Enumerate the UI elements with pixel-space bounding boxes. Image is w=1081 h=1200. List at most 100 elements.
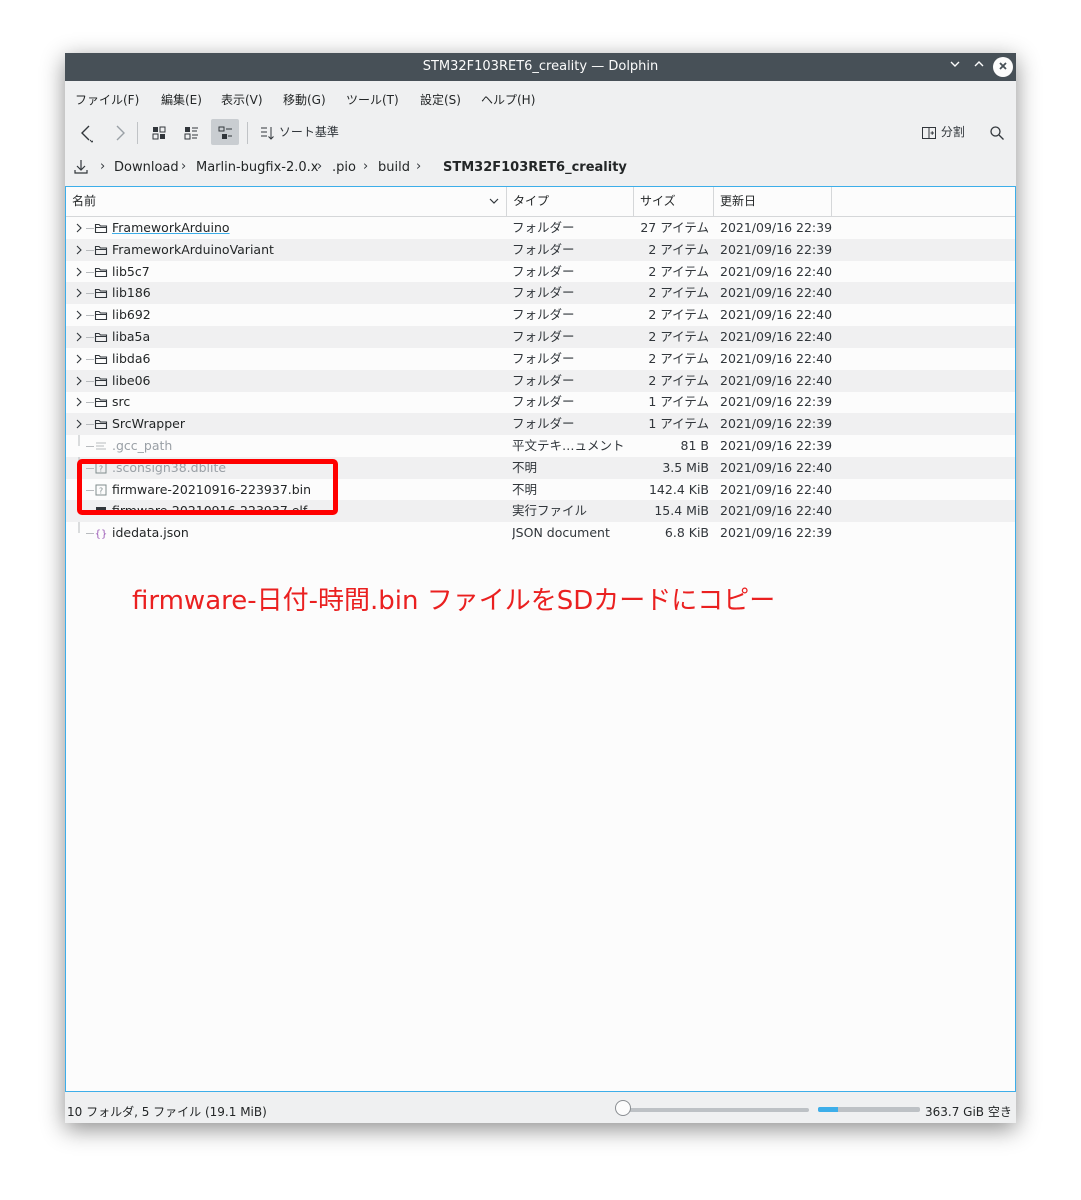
menu-file[interactable]: ファイル(F)	[75, 91, 139, 108]
forward-arrow-icon	[116, 125, 125, 140]
disk-space-fill	[818, 1107, 839, 1112]
file-date: 2021/09/16 22:40	[720, 285, 833, 301]
expand-chevron-icon[interactable]	[74, 413, 86, 435]
menu-go[interactable]: 移動(G)	[283, 91, 326, 108]
file-date: 2021/09/16 22:40	[720, 503, 833, 519]
menu-edit[interactable]: 編集(E)	[161, 91, 202, 108]
download-folder-icon[interactable]	[73, 158, 89, 180]
menu-settings[interactable]: 設定(S)	[420, 91, 461, 108]
expand-chevron-icon[interactable]	[74, 370, 86, 392]
file-date: 2021/09/16 22:40	[720, 329, 833, 344]
file-row[interactable]: liba5a フォルダー 2 アイテム 2021/09/16 22:40	[66, 326, 1015, 348]
column-type[interactable]: タイプ	[506, 187, 634, 216]
file-date: 2021/09/16 22:39	[720, 220, 833, 235]
file-type: フォルダー	[512, 241, 575, 257]
expand-chevron-icon[interactable]	[74, 326, 86, 348]
split-view-icon	[922, 126, 936, 139]
expand-chevron-icon[interactable]	[74, 282, 86, 304]
menu-view[interactable]: 表示(V)	[221, 91, 263, 108]
file-size: 27 アイテム	[640, 220, 709, 235]
expand-chevron-icon[interactable]	[74, 348, 86, 370]
file-date: 2021/09/16 22:40	[720, 372, 833, 388]
file-size: 2 アイテム	[648, 285, 709, 301]
file-row[interactable]: lib692 フォルダー 2 アイテム 2021/09/16 22:40	[66, 304, 1015, 326]
file-type: フォルダー	[512, 263, 575, 279]
file-name: idedata.json	[112, 525, 189, 541]
search-button[interactable]	[985, 119, 1009, 145]
zoom-slider-handle[interactable]	[615, 1100, 631, 1116]
file-row[interactable]: SrcWrapper フォルダー 1 アイテム 2021/09/16 22:39	[66, 413, 1015, 436]
annotation-highlight-box	[77, 459, 338, 515]
compact-view-button[interactable]	[179, 119, 203, 145]
chevron-right-icon: ›	[363, 159, 369, 174]
folder-icon	[94, 417, 108, 431]
window-title: STM32F103RET6_creality — Dolphin	[422, 59, 659, 74]
tree-line	[86, 249, 94, 251]
split-label: 分割	[940, 125, 965, 139]
expand-chevron-icon[interactable]	[74, 391, 86, 413]
tree-line	[86, 402, 94, 404]
menu-tools[interactable]: ツール(T)	[346, 91, 399, 108]
split-button[interactable]: 分割	[921, 119, 973, 145]
breadcrumb-download[interactable]: Download	[114, 160, 179, 175]
back-arrow-icon	[81, 125, 95, 143]
file-type: フォルダー	[512, 372, 575, 388]
maximize-button[interactable]	[969, 57, 989, 77]
file-type: JSON document	[512, 525, 610, 541]
file-view[interactable]: 名前 タイプ サイズ 更新日 FrameworkArduino フォルダー 27 ア…	[65, 186, 1016, 1092]
menu-help[interactable]: ヘルプ(H)	[481, 91, 535, 108]
file-type: フォルダー	[512, 416, 575, 432]
file-row[interactable]: lib186 フォルダー 2 アイテム 2021/09/16 22:40	[66, 282, 1015, 305]
close-button[interactable]	[993, 57, 1013, 77]
breadcrumb: › Download › Marlin-bugfix-2.0.x › .pio …	[65, 153, 1016, 185]
breadcrumb-build[interactable]: build	[378, 160, 410, 175]
menu-bar: ファイル(F) 編集(E) 表示(V) 移動(G) ツール(T) 設定(S) ヘ…	[65, 81, 1016, 113]
details-view-button[interactable]	[211, 119, 239, 145]
file-row[interactable]: libda6 フォルダー 2 アイテム 2021/09/16 22:40	[66, 348, 1015, 370]
file-size: 3.5 MiB	[662, 459, 709, 475]
expand-chevron-icon[interactable]	[74, 304, 86, 326]
toolbar: ソート基準 分割	[65, 113, 1016, 153]
column-size[interactable]: サイズ	[634, 187, 714, 216]
file-type: 実行ファイル	[512, 503, 588, 519]
tree-line	[86, 228, 94, 229]
forward-button[interactable]	[109, 119, 131, 145]
zoom-slider[interactable]	[625, 1108, 809, 1112]
title-bar[interactable]: STM32F103RET6_creality — Dolphin	[65, 53, 1016, 81]
file-row[interactable]: {} idedata.json JSON document 6.8 KiB 2021/0…	[66, 522, 1015, 544]
file-row[interactable]: FrameworkArduinoVariant フォルダー 2 アイテム 2021/0…	[66, 238, 1015, 261]
toolbar-separator	[247, 122, 248, 144]
icons-view-icon	[152, 126, 166, 139]
sort-label: ソート基準	[278, 125, 339, 139]
tree-line	[86, 315, 94, 317]
chevron-right-icon: ›	[416, 159, 422, 174]
status-summary: 10 フォルダ, 5 ファイル (19.1 MiB)	[67, 1105, 267, 1119]
breadcrumb-marlin[interactable]: Marlin-bugfix-2.0.x	[196, 160, 319, 175]
tree-line	[86, 446, 94, 447]
column-date[interactable]: 更新日	[714, 187, 832, 216]
sort-button[interactable]: ソート基準	[259, 119, 355, 145]
details-view-icon	[218, 126, 232, 139]
back-button[interactable]	[75, 119, 97, 145]
expand-chevron-icon[interactable]	[74, 217, 86, 239]
column-name[interactable]: 名前	[66, 187, 506, 216]
file-row[interactable]: src フォルダー 1 アイテム 2021/09/16 22:39	[66, 391, 1015, 413]
expand-chevron-icon[interactable]	[74, 261, 86, 283]
breadcrumb-pio[interactable]: .pio	[332, 160, 356, 175]
folder-icon	[94, 243, 108, 257]
file-row[interactable]: FrameworkArduino フォルダー 27 アイテム 2021/09/16 2…	[66, 217, 1015, 239]
icons-view-button[interactable]	[147, 119, 171, 145]
file-date: 2021/09/16 22:40	[720, 459, 833, 475]
file-type: フォルダー	[512, 350, 575, 366]
minimize-button[interactable]	[945, 57, 965, 77]
expand-chevron-icon[interactable]	[74, 239, 86, 261]
tree-line	[86, 293, 94, 295]
breadcrumb-current[interactable]: STM32F103RET6_creality	[443, 160, 627, 175]
column-header: 名前 タイプ サイズ 更新日	[66, 187, 1015, 217]
file-row[interactable]: libe06 フォルダー 2 アイテム 2021/09/16 22:40	[66, 369, 1015, 392]
file-row[interactable]: .gcc_path 平文テキ…ュメント 81 B 2021/09/16 22:39	[66, 435, 1015, 457]
free-space-label: 363.7 GiB 空き	[925, 1105, 1012, 1119]
file-size: 2 アイテム	[648, 329, 709, 344]
file-row[interactable]: lib5c7 フォルダー 2 アイテム 2021/09/16 22:40	[66, 261, 1015, 283]
chevron-right-icon: ›	[317, 159, 323, 174]
